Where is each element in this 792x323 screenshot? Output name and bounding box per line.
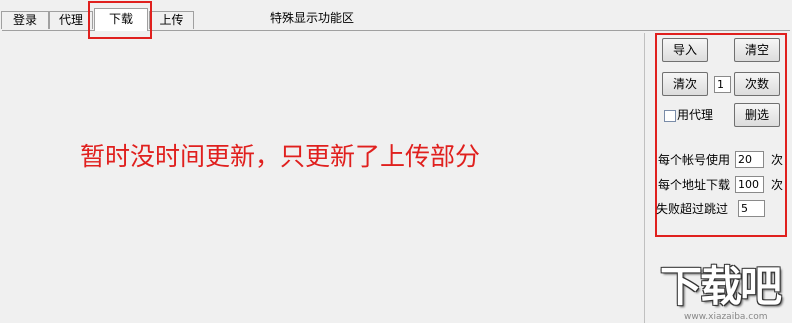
use-proxy-label: 用代理 bbox=[677, 108, 714, 122]
clear-count-button[interactable]: 清次 bbox=[662, 72, 708, 96]
watermark-text: 下载吧 bbox=[660, 262, 782, 311]
tab-bar: 登录 代理 下载 上传 特殊显示功能区 bbox=[0, 0, 792, 39]
count-button[interactable]: 次数 bbox=[734, 72, 780, 96]
per-url-unit: 次 bbox=[771, 178, 784, 192]
tab-highlight-box bbox=[88, 1, 152, 39]
count-field[interactable]: 1 bbox=[714, 76, 731, 93]
fail-skip-field[interactable]: 5 bbox=[738, 200, 765, 217]
tab-upload[interactable]: 上传 bbox=[149, 11, 194, 29]
per-account-unit: 次 bbox=[771, 153, 784, 167]
dedupe-button[interactable]: 删选 bbox=[734, 103, 780, 127]
watermark-logo: 下载吧 www.xiazaiba.com bbox=[658, 262, 792, 323]
tab-login[interactable]: 登录 bbox=[1, 11, 49, 29]
per-url-label: 每个地址下载 bbox=[658, 178, 731, 192]
per-account-field[interactable]: 20 bbox=[735, 151, 764, 168]
tab-proxy[interactable]: 代理 bbox=[49, 11, 93, 29]
update-notice: 暂时没时间更新，只更新了上传部分 bbox=[80, 142, 481, 171]
per-url-field[interactable]: 100 bbox=[735, 176, 764, 193]
clear-button[interactable]: 清空 bbox=[734, 38, 780, 62]
import-button[interactable]: 导入 bbox=[662, 38, 708, 62]
per-account-label: 每个帐号使用 bbox=[658, 153, 731, 167]
watermark-url: www.xiazaiba.com bbox=[684, 312, 768, 322]
use-proxy-checkbox[interactable] bbox=[664, 110, 676, 122]
panel-title: 特殊显示功能区 bbox=[270, 11, 355, 25]
fail-skip-label: 失败超过跳过 bbox=[656, 202, 729, 216]
panel-divider bbox=[644, 33, 645, 323]
